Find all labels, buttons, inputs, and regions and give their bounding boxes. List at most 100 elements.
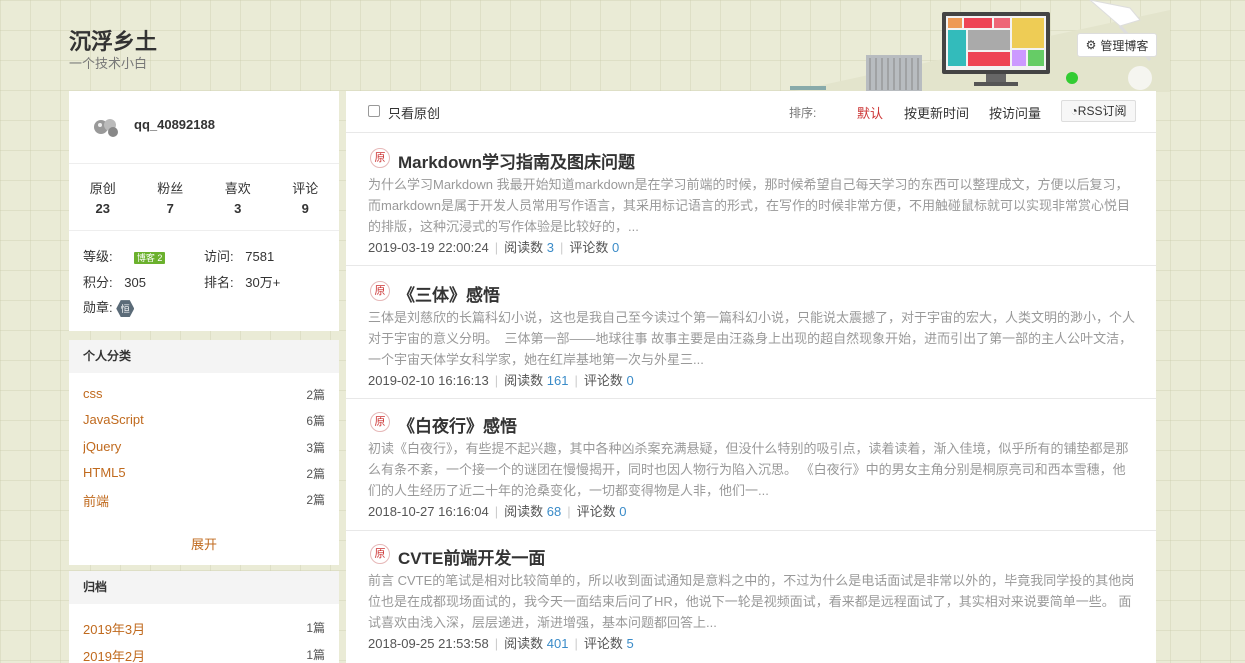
only-original-checkbox[interactable] [368, 105, 380, 117]
article-list-panel: 只看原创 排序: 默认 按更新时间 按访问量 ◔RSS订阅 原 Markdown… [346, 91, 1156, 663]
rss-icon: ◔ [1070, 104, 1078, 118]
article-date: 2019-02-10 16:16:13 [368, 373, 489, 388]
article-summary[interactable]: 三体是刘慈欣的长篇科幻小说，这也是我自己至今读过个第一篇科幻小说，只能说太震撼了… [368, 307, 1136, 370]
points-value: 305 [124, 275, 146, 290]
article-meta: 2018-10-27 16:16:04 | 阅读数 68 | 评论数 0 [368, 504, 627, 519]
stat-label: 喜欢 [224, 181, 251, 196]
archive-month[interactable]: 2019年3月 [83, 619, 145, 646]
stat-original[interactable]: 原创 23 [69, 164, 137, 230]
stat-value: 9 [301, 201, 309, 216]
comments-count[interactable]: 0 [619, 504, 626, 519]
category-name[interactable]: HTML5 [83, 465, 126, 491]
comments-count[interactable]: 5 [626, 636, 633, 651]
category-count: 2篇 [306, 493, 325, 508]
stat-value: 7 [166, 201, 174, 216]
manage-blog-button[interactable]: ⚙ 管理博客 [1077, 33, 1157, 57]
article-title[interactable]: CVTE前端开发一面 [398, 544, 545, 569]
archive-item[interactable]: 2019年3月 1篇 [83, 619, 325, 646]
visits-row: 访问: 7581 [204, 246, 274, 265]
category-count: 2篇 [306, 466, 325, 481]
stat-value: 3 [234, 201, 242, 216]
comments-label: 评论数 [576, 504, 616, 519]
category-count: 6篇 [306, 414, 325, 429]
article-title[interactable]: 《白夜行》感悟 [398, 412, 517, 437]
points-label: 积分: [83, 275, 113, 290]
category-item[interactable]: jQuery 3篇 [83, 439, 325, 465]
reads-count: 401 [546, 636, 569, 651]
expand-button[interactable]: 展开 [69, 534, 339, 553]
rank-label: 排名: [204, 275, 234, 290]
category-name[interactable]: css [83, 386, 103, 412]
only-original-label[interactable]: 只看原创 [388, 103, 440, 122]
comments-count[interactable]: 0 [626, 373, 633, 388]
category-count: 2篇 [306, 388, 325, 402]
rank-value: 30万+ [245, 275, 281, 290]
article-date: 2018-09-25 21:53:58 [368, 636, 489, 651]
archive-count: 1篇 [306, 648, 325, 662]
category-list: css 2篇 JavaScript 6篇 jQuery 3篇 HTML5 2篇 … [83, 386, 325, 522]
medal-icon[interactable]: 恒 [116, 300, 135, 318]
medal-label: 勋章: [83, 300, 113, 315]
article-summary[interactable]: 为什么学习Markdown 我最开始知道markdown是在学习前端的时候，那时… [368, 174, 1136, 237]
original-badge: 原 [370, 412, 390, 432]
stat-value: 23 [95, 201, 110, 216]
category-name[interactable]: JavaScript [83, 412, 144, 438]
reads-count: 68 [546, 504, 562, 519]
article-title[interactable]: 《三体》感悟 [398, 281, 500, 306]
username[interactable]: qq_40892188 [134, 117, 215, 132]
sort-by-views[interactable]: 按访问量 [989, 103, 1041, 122]
category-item[interactable]: JavaScript 6篇 [83, 412, 325, 438]
comments-label: 评论数 [583, 373, 623, 388]
article-meta: 2019-02-10 16:16:13 | 阅读数 161 | 评论数 0 [368, 373, 634, 388]
original-badge: 原 [370, 148, 390, 168]
original-badge: 原 [370, 544, 390, 564]
article-summary[interactable]: 初读《白夜行》，有些提不起兴趣，其中各种凶杀案充满悬疑，但没什么特别的吸引点，读… [368, 438, 1136, 501]
archive-list: 2019年3月 1篇 2019年2月 1篇 [83, 619, 325, 663]
article-item: 原 Markdown学习指南及图床问题 为什么学习Markdown 我最开始知道… [346, 134, 1156, 266]
article-title[interactable]: Markdown学习指南及图床问题 [398, 148, 635, 173]
archive-card: 归档 2019年3月 1篇 2019年2月 1篇 [69, 571, 339, 663]
category-title: 个人分类 [69, 340, 339, 373]
reads-label: 阅读数 [504, 636, 544, 651]
category-item[interactable]: HTML5 2篇 [83, 465, 325, 491]
points-row: 积分: 305 [83, 272, 146, 291]
article-summary[interactable]: 前言 CVTE的笔试是相对比较简单的，所以收到面试通知是意料之中的，不过为什么是… [368, 570, 1136, 633]
comments-label: 评论数 [569, 240, 609, 255]
stat-likes[interactable]: 喜欢 3 [204, 164, 272, 230]
stat-comments[interactable]: 评论 9 [272, 164, 340, 230]
level-label: 等级: [83, 249, 113, 264]
article-item: 原 CVTE前端开发一面 前言 CVTE的笔试是相对比较简单的，所以收到面试通知… [346, 532, 1156, 663]
archive-month[interactable]: 2019年2月 [83, 646, 145, 663]
category-card: 个人分类 css 2篇 JavaScript 6篇 jQuery 3篇 HTML… [69, 340, 339, 565]
original-badge: 原 [370, 281, 390, 301]
blog-title[interactable]: 沉浮乡土 [69, 24, 157, 56]
category-name[interactable]: jQuery [83, 439, 121, 465]
avatar[interactable] [91, 115, 121, 139]
rss-label: RSS订阅 [1077, 104, 1127, 118]
reads-count: 3 [546, 240, 554, 255]
rss-button[interactable]: ◔RSS订阅 [1061, 100, 1136, 122]
category-count: 3篇 [306, 440, 325, 455]
rank-row: 排名: 30万+ [204, 272, 280, 291]
category-name[interactable]: 前端 [83, 491, 109, 517]
profile-stats: 原创 23 粉丝 7 喜欢 3 评论 9 [69, 163, 339, 231]
blog-subtitle: 一个技术小白 [69, 56, 148, 71]
archive-title: 归档 [69, 571, 339, 604]
sort-by-time[interactable]: 按更新时间 [904, 103, 969, 122]
stat-fans[interactable]: 粉丝 7 [137, 164, 205, 230]
reads-count: 161 [546, 373, 569, 388]
gear-icon: ⚙ [1085, 38, 1097, 52]
article-meta: 2018-09-25 21:53:58 | 阅读数 401 | 评论数 5 [368, 636, 634, 651]
article-item: 原 《三体》感悟 三体是刘慈欣的长篇科幻小说，这也是我自己至今读过个第一篇科幻小… [346, 267, 1156, 399]
category-item[interactable]: 前端 2篇 [83, 491, 325, 517]
visits-value: 7581 [245, 249, 275, 264]
level-badge[interactable]: 博客 2 [133, 251, 166, 264]
article-date: 2018-10-27 16:16:04 [368, 504, 489, 519]
reads-label: 阅读数 [504, 373, 544, 388]
sort-default[interactable]: 默认 [857, 103, 883, 122]
comments-count[interactable]: 0 [612, 240, 619, 255]
category-item[interactable]: css 2篇 [83, 386, 325, 412]
level-row: 等级: 博客 2 [83, 246, 166, 265]
archive-item[interactable]: 2019年2月 1篇 [83, 646, 325, 663]
reads-label: 阅读数 [504, 504, 544, 519]
